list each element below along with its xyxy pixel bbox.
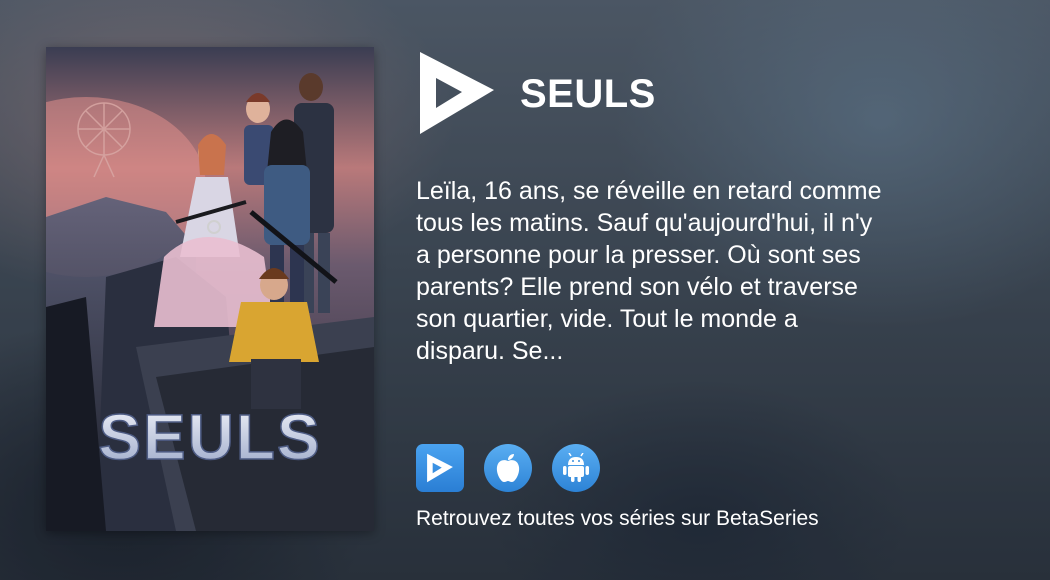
synopsis-line: a personne pour la presser. Où sont ses [416, 241, 861, 269]
synopsis-line: Leïla, 16 ans, se réveille en retard com… [416, 177, 882, 205]
synopsis-line: disparu. Se... [416, 337, 564, 365]
betaseries-logo-icon [420, 52, 494, 134]
betaseries-app-icon [427, 453, 453, 483]
app-store-links [416, 444, 600, 492]
android-app-button[interactable] [552, 444, 600, 492]
show-synopsis: Leïla, 16 ans, se réveille en retard com… [416, 175, 964, 367]
poster-title-text: SEULS [98, 401, 321, 473]
ios-app-button[interactable] [484, 444, 532, 492]
show-title: SEULS [520, 72, 656, 116]
synopsis-line: tous les matins. Sauf qu'aujourd'hui, il… [416, 209, 873, 237]
apple-icon [496, 454, 520, 482]
android-icon [563, 453, 589, 482]
synopsis-line: parents? Elle prend son vélo et traverse [416, 273, 858, 301]
footer-tagline: Retrouvez toutes vos séries sur BetaSeri… [416, 507, 819, 530]
show-poster: SEULS [46, 47, 374, 531]
synopsis-line: son quartier, vide. Tout le monde a [416, 305, 798, 333]
betaseries-app-button[interactable] [416, 444, 464, 492]
